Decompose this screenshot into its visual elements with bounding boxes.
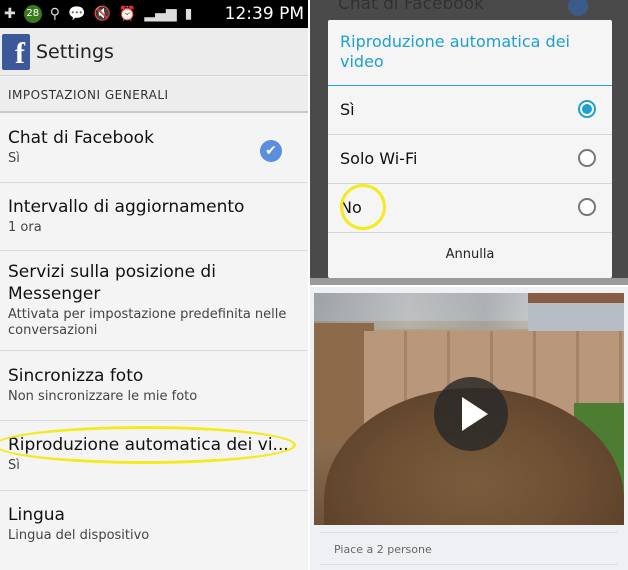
pref-title: Lingua bbox=[8, 505, 65, 525]
pref-title: Intervallo di aggiornamento bbox=[8, 197, 245, 217]
notification-badge: 28 bbox=[23, 5, 42, 23]
radio-selected-icon[interactable] bbox=[578, 100, 596, 118]
play-icon[interactable] bbox=[434, 377, 508, 451]
cancel-button[interactable]: Annulla bbox=[328, 233, 612, 277]
settings-screen: ✚ 28 ⚲ 💬 🔇 ⏰ ▂▄▆ ▮ 12:39 PM f Settings I… bbox=[0, 0, 308, 570]
messenger-icon: 💬 bbox=[68, 6, 86, 22]
autoplay-dialog-screen: Chat di Facebook Riproduzione automatica… bbox=[310, 0, 628, 285]
pref-messenger-location[interactable]: Servizi sulla posizione di Messenger Att… bbox=[0, 251, 308, 351]
video-thumbnail[interactable] bbox=[314, 293, 624, 525]
divider bbox=[320, 564, 618, 565]
likes-count[interactable]: Piace a 2 persone bbox=[334, 543, 432, 556]
pref-update-interval[interactable]: Intervallo di aggiornamento 1 ora bbox=[0, 183, 308, 251]
usb-icon: ⚲ bbox=[49, 6, 60, 22]
action-bar: f Settings bbox=[0, 28, 308, 76]
background-check-icon bbox=[568, 0, 588, 16]
option-label: Solo Wi-Fi bbox=[340, 149, 418, 168]
pref-summary: Non sincronizzare le mie foto bbox=[8, 389, 198, 404]
background-peek bbox=[310, 278, 628, 285]
pref-title: Riproduzione automatica dei vi... bbox=[8, 435, 289, 455]
news-feed-post: Piace a 2 persone bbox=[310, 287, 628, 570]
page-title: Settings bbox=[36, 40, 114, 63]
video-house bbox=[528, 293, 624, 331]
divider bbox=[320, 532, 618, 533]
pref-summary: Lingua del dispositivo bbox=[8, 528, 150, 543]
pref-chat-facebook[interactable]: Chat di Facebook Sì ✔ bbox=[0, 115, 308, 183]
pref-title: Sincronizza foto bbox=[8, 366, 144, 386]
option-yes[interactable]: Sì bbox=[328, 86, 612, 135]
pref-language[interactable]: Lingua Lingua del dispositivo bbox=[0, 491, 308, 570]
option-label: Sì bbox=[340, 100, 355, 119]
pref-title: Chat di Facebook bbox=[8, 128, 154, 148]
pref-autoplay-video[interactable]: Riproduzione automatica dei vi... Sì bbox=[0, 421, 308, 491]
signal-icon: ▂▄▆ bbox=[144, 6, 177, 22]
pref-summary: 1 ora bbox=[8, 220, 42, 235]
alarm-icon: ⏰ bbox=[118, 6, 137, 22]
dialog-title: Riproduzione automatica dei video bbox=[328, 20, 612, 86]
autoplay-dialog: Riproduzione automatica dei video Sì Sol… bbox=[328, 20, 612, 278]
highlight-circle bbox=[340, 184, 386, 230]
pref-summary: Attivata per impostazione predefinita ne… bbox=[8, 307, 287, 338]
option-wifi-only[interactable]: Solo Wi-Fi bbox=[328, 135, 612, 184]
background-pref-title: Chat di Facebook bbox=[338, 0, 484, 14]
pref-sync-photos[interactable]: Sincronizza foto Non sincronizzare le mi… bbox=[0, 351, 308, 421]
facebook-logo-icon[interactable]: f bbox=[2, 33, 30, 70]
pref-title: Servizi sulla posizione di Messenger bbox=[8, 262, 216, 304]
pref-summary: Sì bbox=[8, 151, 20, 166]
radio-unselected-icon[interactable] bbox=[578, 198, 596, 216]
status-bar: ✚ 28 ⚲ 💬 🔇 ⏰ ▂▄▆ ▮ 12:39 PM bbox=[0, 0, 308, 28]
pref-summary: Sì bbox=[8, 458, 20, 473]
section-header: IMPOSTAZIONI GENERALI bbox=[0, 77, 308, 113]
mute-icon: 🔇 bbox=[93, 6, 111, 22]
checkbox-checked-icon[interactable]: ✔ bbox=[260, 140, 282, 162]
clock: 12:39 PM bbox=[224, 4, 304, 24]
radio-unselected-icon[interactable] bbox=[578, 149, 596, 167]
plus-icon: ✚ bbox=[4, 6, 16, 22]
battery-icon: ▮ bbox=[184, 6, 193, 22]
